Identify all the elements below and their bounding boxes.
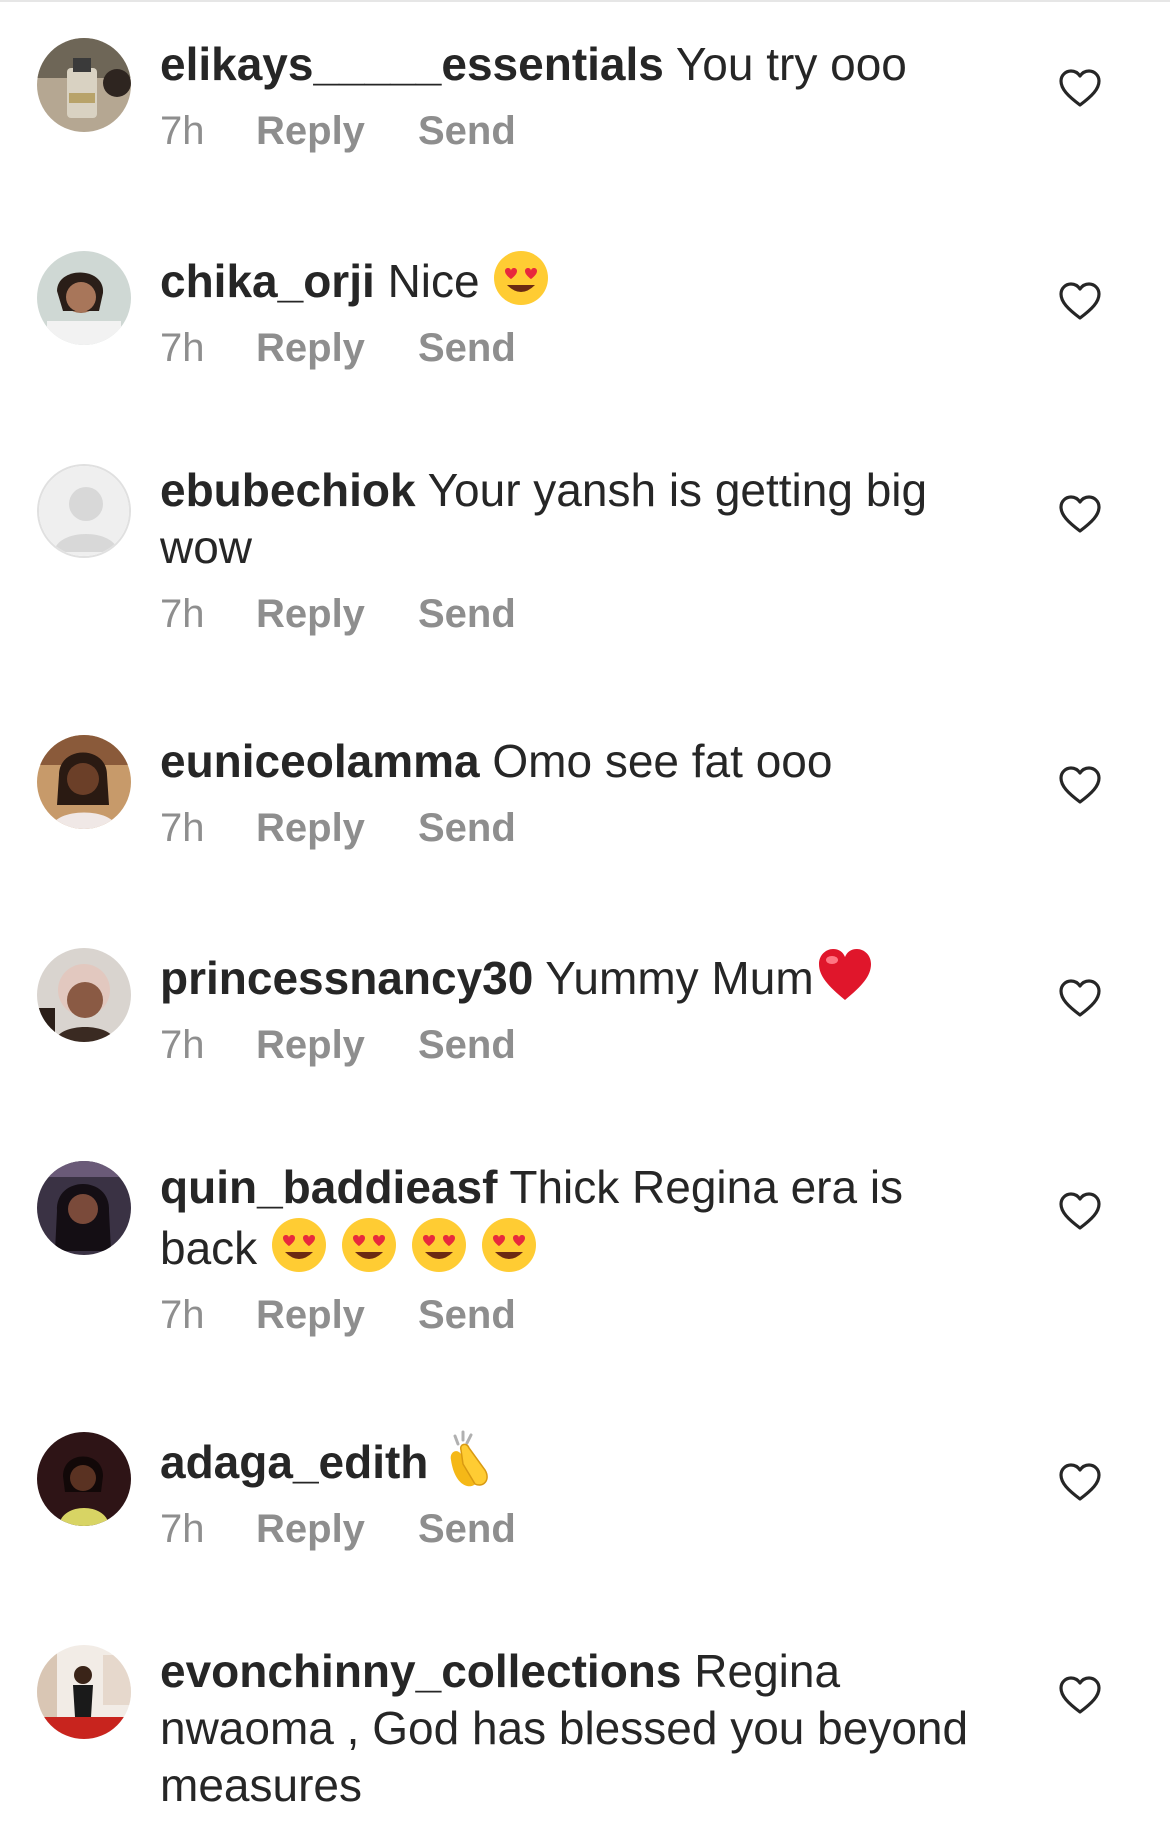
reply-button[interactable]: Reply bbox=[256, 804, 418, 852]
comment-message: Yummy Mum bbox=[545, 952, 814, 1004]
comment-message: Omo see fat ooo bbox=[492, 735, 833, 787]
send-button[interactable]: Send bbox=[418, 324, 516, 372]
comment-username[interactable]: ebubechiok bbox=[160, 464, 416, 516]
comment-timestamp: 7h bbox=[160, 109, 205, 153]
send-button[interactable]: Send bbox=[418, 804, 516, 852]
comment-actions: 7h Reply Send bbox=[160, 324, 1000, 372]
comment-text: adaga_edith bbox=[160, 1430, 1000, 1491]
avatar[interactable] bbox=[37, 1645, 131, 1739]
comment-message: Nice bbox=[387, 255, 480, 307]
heart-outline-icon[interactable] bbox=[1058, 978, 1102, 1018]
comment-timestamp: 7h bbox=[160, 1507, 205, 1551]
comment-text: princessnancy30 Yummy Mum bbox=[160, 946, 1000, 1007]
send-button[interactable]: Send bbox=[418, 1021, 516, 1069]
avatar[interactable] bbox=[37, 464, 131, 558]
comment-text: chika_orji Nice bbox=[160, 249, 1000, 310]
send-button[interactable]: Send bbox=[418, 1291, 516, 1339]
comment-username[interactable]: adaga_edith bbox=[160, 1436, 428, 1488]
heart-eyes-emoji-icon bbox=[410, 1216, 468, 1274]
reply-button[interactable]: Reply bbox=[256, 1505, 418, 1553]
comment-username[interactable]: quin_baddieasf bbox=[160, 1161, 497, 1213]
comment-username[interactable]: princessnancy30 bbox=[160, 952, 533, 1004]
heart-eyes-emoji-icon bbox=[492, 249, 550, 307]
comment-text: evonchinny_collections Regina nwaoma , G… bbox=[160, 1643, 1000, 1814]
heart-outline-icon[interactable] bbox=[1058, 1191, 1102, 1231]
comment-actions: 7h Reply Send bbox=[160, 1021, 1000, 1069]
comment-actions: 7h Reply Send bbox=[160, 590, 1000, 638]
heart-eyes-emoji-icon bbox=[480, 1216, 538, 1274]
comment-text: euniceolamma Omo see fat ooo bbox=[160, 733, 1000, 790]
avatar[interactable] bbox=[37, 251, 131, 345]
heart-outline-icon[interactable] bbox=[1058, 1675, 1102, 1715]
comment-text: elikays_____essentials You try ooo bbox=[160, 36, 1000, 93]
send-button[interactable]: Send bbox=[418, 1505, 516, 1553]
comment-actions: 7h Reply Send bbox=[160, 1505, 1000, 1553]
send-button[interactable]: Send bbox=[418, 590, 516, 638]
avatar[interactable] bbox=[37, 735, 131, 829]
reply-button[interactable]: Reply bbox=[256, 1021, 418, 1069]
heart-eyes-emoji-icon bbox=[270, 1216, 328, 1274]
send-button[interactable]: Send bbox=[418, 107, 516, 155]
heart-outline-icon[interactable] bbox=[1058, 281, 1102, 321]
comment-username[interactable]: euniceolamma bbox=[160, 735, 480, 787]
heart-outline-icon[interactable] bbox=[1058, 68, 1102, 108]
comment-timestamp: 7h bbox=[160, 592, 205, 636]
comment-text: ebubechiok Your yansh is getting big wow bbox=[160, 462, 1000, 576]
heart-outline-icon[interactable] bbox=[1058, 494, 1102, 534]
red-heart-emoji-icon bbox=[816, 946, 874, 1004]
clapping-hands-emoji-icon bbox=[441, 1430, 499, 1488]
heart-outline-icon[interactable] bbox=[1058, 1462, 1102, 1502]
comment-timestamp: 7h bbox=[160, 1023, 205, 1067]
comment-actions: 7h Reply Send bbox=[160, 1291, 1000, 1339]
top-divider bbox=[0, 0, 1170, 2]
comment-text: quin_baddieasf Thick Regina era is back bbox=[160, 1159, 1000, 1277]
comment-message: You try ooo bbox=[675, 38, 907, 90]
avatar[interactable] bbox=[37, 1161, 131, 1255]
comment-username[interactable]: chika_orji bbox=[160, 255, 375, 307]
avatar[interactable] bbox=[37, 948, 131, 1042]
comment-username[interactable]: elikays_____essentials bbox=[160, 38, 664, 90]
comment-timestamp: 7h bbox=[160, 1293, 205, 1337]
reply-button[interactable]: Reply bbox=[256, 324, 418, 372]
reply-button[interactable]: Reply bbox=[256, 1291, 418, 1339]
heart-eyes-emoji-icon bbox=[340, 1216, 398, 1274]
comment-actions: 7h Reply Send bbox=[160, 107, 1000, 155]
heart-outline-icon[interactable] bbox=[1058, 765, 1102, 805]
avatar[interactable] bbox=[37, 1432, 131, 1526]
reply-button[interactable]: Reply bbox=[256, 590, 418, 638]
comment-actions: 7h Reply Send bbox=[160, 804, 1000, 852]
reply-button[interactable]: Reply bbox=[256, 107, 418, 155]
comment-username[interactable]: evonchinny_collections bbox=[160, 1645, 681, 1697]
comment-timestamp: 7h bbox=[160, 806, 205, 850]
avatar[interactable] bbox=[37, 38, 131, 132]
comment-timestamp: 7h bbox=[160, 326, 205, 370]
